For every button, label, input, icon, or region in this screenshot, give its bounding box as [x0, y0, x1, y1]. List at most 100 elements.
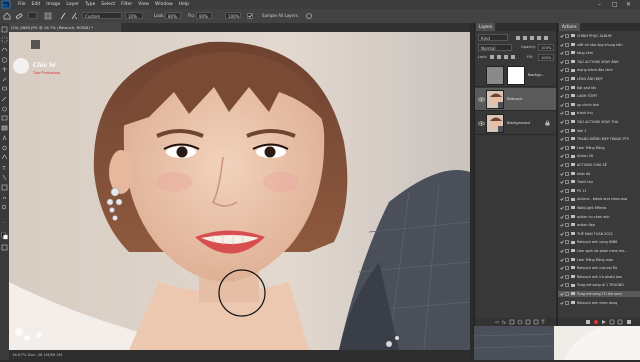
dialog-toggle-icon[interactable] [565, 214, 569, 219]
background-color-swatch[interactable] [3, 234, 8, 240]
tab-actions[interactable]: Actions [559, 23, 580, 31]
checkmark-icon[interactable] [560, 258, 564, 262]
document-canvas[interactable]: Chia Sẻ Tạo Photoshop [9, 32, 470, 350]
menu-image[interactable]: Image [46, 2, 60, 7]
action-set-row[interactable]: LÀNH TỐMT [558, 93, 640, 99]
checkmark-icon[interactable] [560, 232, 564, 236]
checkmark-icon[interactable] [560, 283, 564, 288]
dialog-toggle-icon[interactable] [565, 197, 569, 202]
checkmark-icon[interactable] [560, 111, 564, 116]
eraser-tool-icon[interactable] [1, 115, 8, 121]
dialog-toggle-icon[interactable] [565, 188, 569, 193]
eyedropper-icon[interactable] [2, 77, 7, 82]
layer-footer-icons[interactable]: fx [475, 318, 556, 326]
source-sampled-icon[interactable] [44, 12, 52, 20]
dialog-toggle-icon[interactable] [565, 300, 569, 305]
close-icon[interactable]: ✕ [626, 0, 631, 9]
checkmark-icon[interactable] [560, 197, 564, 202]
eye-icon[interactable] [478, 120, 485, 127]
action-set-row[interactable]: bật phá tắc [558, 85, 640, 91]
airbrush-icon[interactable] [70, 12, 78, 20]
sample-checkbox-icon[interactable] [246, 12, 254, 20]
action-set-row[interactable]: TRANG ĐIÊNG ĐẸP TRANG PTS [558, 136, 640, 142]
smoothing-field[interactable]: 80% [165, 12, 181, 19]
dialog-toggle-icon[interactable] [565, 274, 569, 279]
blend-mode-dropdown[interactable]: Normal [478, 44, 512, 51]
action-set-row[interactable]: THÊ MAN TUAN 2022 [558, 231, 640, 237]
brush-tool-icon[interactable] [1, 96, 7, 102]
maximize-icon[interactable]: □ [612, 0, 618, 9]
layer-mask-thumbnail[interactable] [507, 66, 525, 85]
action-set-row[interactable]: TẠO ACTIONS XOAY THA [558, 119, 640, 125]
checkmark-icon[interactable] [560, 172, 564, 176]
checkmark-icon[interactable] [560, 240, 564, 245]
action-set-row[interactable]: TẠO ACTIONS XOAY ẢNH [558, 59, 640, 65]
menu-select[interactable]: Select [101, 2, 115, 7]
checkmark-icon[interactable] [560, 77, 564, 81]
filter-icons[interactable] [515, 35, 551, 41]
checkmark-icon[interactable] [560, 51, 564, 55]
checkmark-icon[interactable] [560, 249, 564, 253]
dialog-toggle-icon[interactable] [565, 266, 569, 271]
dialog-toggle-icon[interactable] [565, 85, 569, 90]
action-set-row[interactable]: Ván 1 [558, 128, 640, 134]
action-set-row[interactable]: Tung mẻ song di 1 TRUONG [558, 282, 640, 288]
dialog-toggle-icon[interactable] [565, 102, 569, 107]
checkmark-icon[interactable] [560, 215, 564, 219]
home-icon[interactable] [3, 12, 11, 20]
action-set-row[interactable]: Retouch anh Ira photo Jom [558, 274, 640, 280]
dialog-toggle-icon[interactable] [565, 111, 569, 116]
checkmark-icon[interactable] [560, 146, 564, 150]
menu-view[interactable]: View [138, 2, 149, 7]
dialog-toggle-icon[interactable] [565, 51, 569, 56]
checkmark-icon[interactable] [560, 154, 564, 159]
action-set-row[interactable]: ACTIONS CHIA SẺ [558, 162, 640, 168]
healing-brush-tool-icon[interactable] [15, 12, 23, 20]
checkmark-icon[interactable] [560, 34, 564, 38]
action-set-row[interactable]: action hu chan anh [558, 214, 640, 220]
dialog-toggle-icon[interactable] [565, 283, 569, 288]
hand-tool-icon[interactable] [2, 196, 7, 200]
checkmark-icon[interactable] [560, 292, 564, 296]
action-set-row[interactable]: PS 11 [558, 188, 640, 194]
action-set-row[interactable]: viết và hòa ứng khung hắn [558, 42, 640, 48]
checkmark-icon[interactable] [560, 86, 564, 90]
layer-row-selected[interactable]: Retouch [475, 88, 556, 111]
checkmark-icon[interactable] [560, 163, 564, 167]
minimize-icon[interactable]: – [598, 0, 601, 9]
dialog-toggle-icon[interactable] [565, 240, 569, 245]
zoom-field[interactable]: 100% [225, 12, 241, 19]
more-tools-icon[interactable]: … [2, 219, 6, 224]
checkmark-icon[interactable] [560, 129, 564, 133]
brush-size-picker[interactable] [28, 12, 37, 19]
dialog-toggle-icon[interactable] [565, 137, 569, 142]
dialog-toggle-icon[interactable] [565, 206, 569, 210]
layer-row[interactable]: Backgr... [475, 64, 556, 87]
dialog-toggle-icon[interactable] [565, 163, 569, 167]
dodge-tool-icon[interactable] [2, 145, 7, 151]
menu-window[interactable]: Window [155, 2, 173, 7]
checkmark-icon[interactable] [560, 94, 564, 98]
fill-input[interactable]: 100% [538, 54, 554, 61]
move-tool-icon[interactable] [1, 26, 8, 33]
menu-type[interactable]: Type [85, 2, 95, 7]
mode-dropdown[interactable]: Custom [82, 12, 122, 19]
action-set-row[interactable]: LÊNG ẢNH ĐẸP [558, 76, 640, 82]
eye-icon[interactable] [478, 96, 485, 103]
sample-all-layers-label[interactable]: Sample All Layers [262, 12, 298, 20]
dialog-toggle-icon[interactable] [565, 257, 569, 262]
action-set-row[interactable]: mạng tránh đàu lành [558, 67, 640, 73]
action-set-row[interactable]: tránh thu [558, 110, 640, 116]
document-info-icon[interactable] [31, 40, 40, 49]
checkmark-icon[interactable] [560, 137, 564, 141]
action-set-row[interactable]: Actions - blend and clean.psq [558, 196, 640, 202]
quick-mask-icon[interactable] [1, 244, 8, 251]
tab-layers[interactable]: Layers [476, 23, 496, 31]
action-set-row[interactable]: khác đa [558, 171, 640, 177]
dialog-toggle-icon[interactable] [565, 120, 569, 124]
flow-field[interactable]: 90% [196, 12, 212, 19]
dialog-toggle-icon[interactable] [565, 59, 569, 64]
dialog-toggle-icon[interactable] [565, 77, 569, 81]
dialog-toggle-icon[interactable] [565, 171, 569, 176]
marquee-tool-icon[interactable] [1, 36, 8, 43]
